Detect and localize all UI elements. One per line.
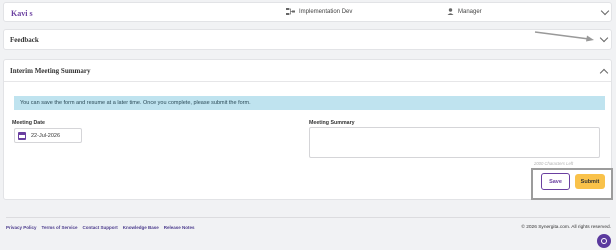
annotation-arrow [534, 31, 594, 42]
chevron-down-icon[interactable] [600, 6, 610, 16]
section-divider [4, 81, 611, 82]
footer-link-terms[interactable]: Terms of Service [42, 225, 78, 230]
meeting-date-label: Meeting Date [12, 120, 45, 126]
chevron-down-icon[interactable] [599, 33, 609, 43]
role-label: Manager [458, 8, 482, 15]
chevron-up-icon[interactable] [599, 68, 609, 78]
footer-links: Privacy Policy Terms of Service Contact … [6, 225, 195, 230]
help-chat-icon [601, 238, 607, 244]
copyright-text: © 2026 Synergita.com. All rights reserve… [521, 225, 611, 230]
footer-link-release-notes[interactable]: Release Notes [164, 225, 195, 230]
meeting-date-value: 22-Jul-2026 [31, 132, 61, 139]
interim-title: Interim Meeting Summary [10, 67, 91, 75]
interim-meeting-summary-section: Interim Meeting Summary You can save the… [3, 59, 612, 200]
role-selector[interactable]: Manager [447, 8, 482, 15]
org-chart-icon [286, 8, 295, 15]
department-label: Implementation Dev [299, 8, 353, 15]
info-message: You can save the form and resume at a la… [14, 96, 605, 110]
person-icon [447, 8, 454, 15]
save-button[interactable]: Save [541, 173, 570, 190]
footer-link-privacy[interactable]: Privacy Policy [6, 225, 37, 230]
user-name[interactable]: Kavi s [11, 9, 33, 18]
meeting-date-field[interactable]: 22-Jul-2026 [14, 128, 82, 143]
department-selector[interactable]: Implementation Dev [286, 8, 352, 15]
footer-link-contact[interactable]: Contact Support [82, 225, 117, 230]
chars-left-counter: 2000 Characters Left [534, 161, 574, 166]
help-chat-button[interactable] [597, 234, 611, 248]
feedback-section[interactable]: Feedback [3, 29, 612, 50]
meeting-summary-label: Meeting Summary [309, 120, 355, 126]
top-bar: Kavi s Implementation Dev Manager [3, 2, 612, 22]
submit-button[interactable]: Submit [575, 174, 605, 189]
feedback-title: Feedback [10, 36, 39, 44]
meeting-summary-textarea[interactable] [309, 127, 600, 158]
footer-link-knowledge-base[interactable]: Knowledge Base [123, 225, 159, 230]
calendar-icon [18, 131, 26, 140]
footer-divider [6, 217, 610, 218]
